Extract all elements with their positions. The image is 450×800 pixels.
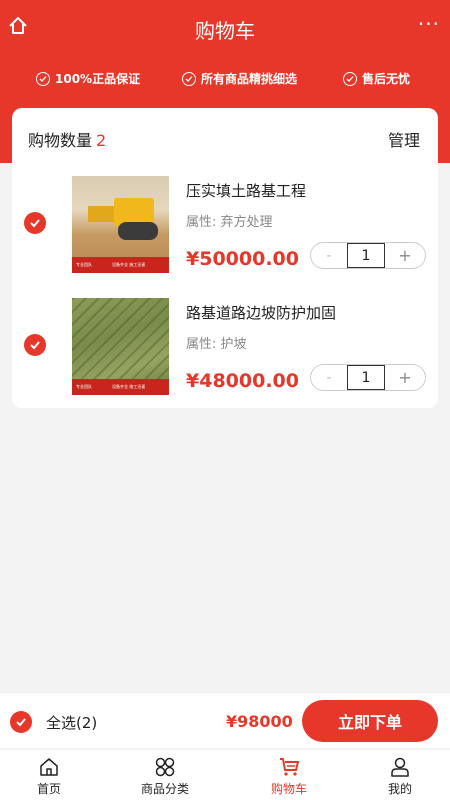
tab-label: 首页 <box>36 782 61 796</box>
quantity-input[interactable]: 1 <box>347 243 385 268</box>
guarantee-label: 售后无忧 <box>362 72 411 86</box>
loader-shape <box>88 206 114 222</box>
cart-count-label: 购物数量 2 <box>28 131 107 150</box>
product-image[interactable]: 专业团队 设备齐全 施工迅速 <box>72 176 169 273</box>
place-order-button[interactable]: 立即下单 <box>302 700 438 742</box>
more-icon[interactable]: ··· <box>418 14 440 34</box>
decrease-button[interactable]: - <box>311 248 347 264</box>
total-price: ¥98000 <box>226 712 293 731</box>
tab-cart[interactable]: 购物车 <box>249 756 329 797</box>
manage-button[interactable]: 管理 <box>388 127 420 151</box>
product-image[interactable]: 专业团队 设备齐全 施工迅速 <box>72 298 169 395</box>
guarantee-aftersales: 售后无忧 <box>343 70 410 87</box>
tab-label: 我的 <box>387 782 412 796</box>
home-icon <box>40 758 58 776</box>
cart-item: 专业团队 设备齐全 施工迅速 路基道路边坡防护加固 属性: 护坡 ¥48000.0… <box>12 298 438 398</box>
image-banner: 专业团队 设备齐全 施工迅速 <box>72 379 169 395</box>
product-price: ¥48000.00 <box>186 370 299 392</box>
product-name[interactable]: 压实填土路基工程 <box>186 180 306 201</box>
cart-item: 专业团队 设备齐全 施工迅速 压实填土路基工程 属性: 弃方处理 ¥50000.0… <box>12 176 438 276</box>
check-circle-icon <box>343 71 357 86</box>
product-price: ¥50000.00 <box>186 248 299 270</box>
guarantee-label: 所有商品精挑细选 <box>201 72 298 86</box>
image-banner: 专业团队 设备齐全 施工迅速 <box>72 257 169 273</box>
roller-drum-shape <box>118 222 158 240</box>
product-name[interactable]: 路基道路边坡防护加固 <box>186 302 336 323</box>
tab-label: 购物车 <box>270 782 307 796</box>
category-icon <box>155 757 175 777</box>
increase-button[interactable]: + <box>385 246 425 265</box>
guarantee-selected: 所有商品精挑细选 <box>182 70 297 87</box>
user-icon <box>391 757 409 777</box>
increase-button[interactable]: + <box>385 368 425 387</box>
check-circle-icon <box>182 71 196 86</box>
product-attribute: 属性: 弃方处理 <box>186 215 273 230</box>
top-bar: 购物车 ··· <box>0 0 450 56</box>
quantity-stepper: - 1 + <box>310 242 426 269</box>
tab-home[interactable]: 首页 <box>9 756 89 797</box>
guarantee-label: 100%正品保证 <box>55 72 141 86</box>
quantity-stepper: - 1 + <box>310 364 426 391</box>
check-circle-icon <box>36 71 50 86</box>
cart-count-row: 购物数量 2 管理 <box>12 108 438 164</box>
select-all-check-icon[interactable] <box>10 711 32 733</box>
tab-label: 商品分类 <box>140 782 189 796</box>
cart-icon <box>280 758 299 776</box>
item-check-icon[interactable] <box>24 212 46 234</box>
cart-card: 购物数量 2 管理 专业团队 设备齐全 施工迅速 压实填土路基工程 属性: 弃方处理… <box>12 108 438 408</box>
page-title: 购物车 <box>195 19 255 43</box>
decrease-button[interactable]: - <box>311 370 347 386</box>
guarantee-row: 100%正品保证 所有商品精挑细选 售后无忧 <box>0 70 450 94</box>
select-all-label[interactable]: 全选(2) <box>46 712 97 733</box>
quantity-input[interactable]: 1 <box>347 365 385 390</box>
item-check-icon[interactable] <box>24 334 46 356</box>
tab-bar: 首页 商品分类 购物车 我的 <box>0 750 450 800</box>
guarantee-authentic: 100%正品保证 <box>36 70 140 87</box>
cart-count: 2 <box>96 131 107 150</box>
checkout-bar: 全选(2) ¥98000 立即下单 <box>0 692 450 748</box>
tab-profile[interactable]: 我的 <box>360 756 440 797</box>
tab-category[interactable]: 商品分类 <box>125 756 205 797</box>
product-attribute: 属性: 护坡 <box>186 337 247 352</box>
